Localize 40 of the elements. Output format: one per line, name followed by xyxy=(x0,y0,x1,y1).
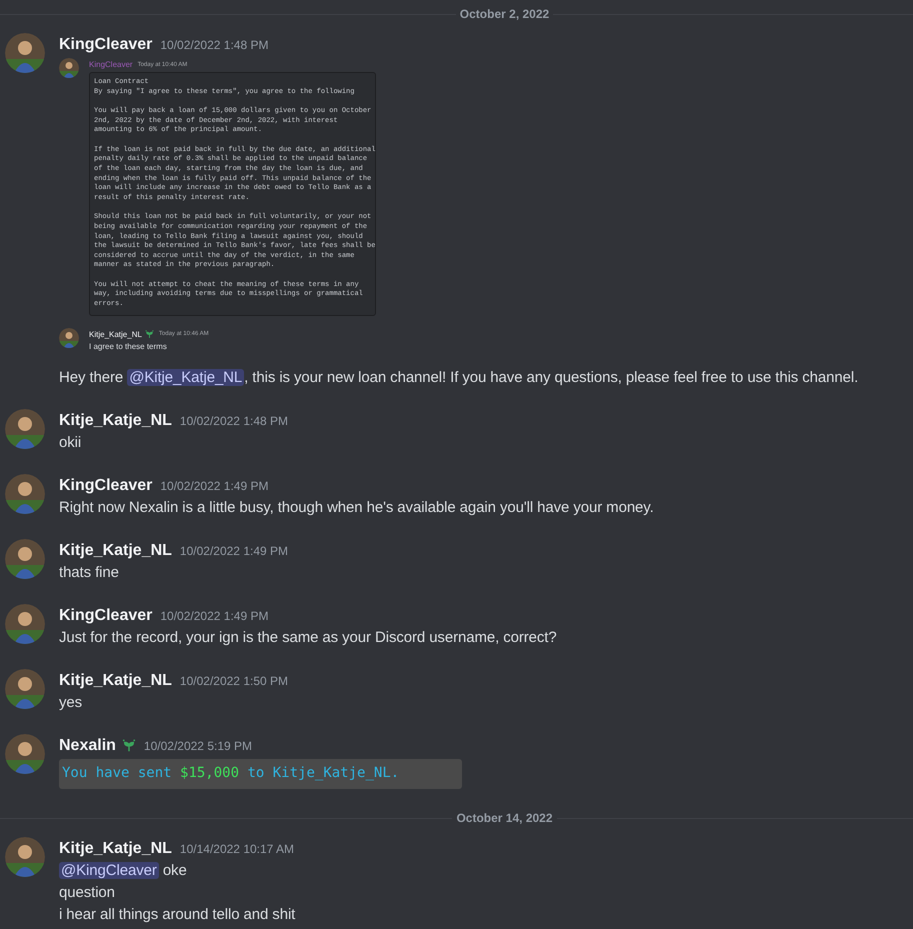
timestamp: 10/02/2022 1:48 PM xyxy=(160,38,268,52)
timestamp: 10/02/2022 1:48 PM xyxy=(180,414,288,428)
message-text: @KingCleaver oke xyxy=(59,860,188,881)
avatar[interactable] xyxy=(5,734,45,774)
avatar[interactable] xyxy=(5,836,45,877)
username[interactable]: Kitje_Katje_NL xyxy=(59,412,172,430)
username[interactable]: KingCleaver xyxy=(59,606,152,625)
mention-link[interactable]: @Kitje_Katje_NL xyxy=(127,368,244,386)
timestamp: 10/02/2022 1:49 PM xyxy=(160,478,268,493)
message-text: thats fine xyxy=(59,562,120,583)
mention-link[interactable]: @KingCleaver xyxy=(59,862,159,879)
timestamp: 10/02/2022 1:49 PM xyxy=(160,608,268,623)
avatar[interactable] xyxy=(5,33,45,73)
message-text: Right now Nexalin is a little busy, though when he's available again you'll have your money. xyxy=(59,498,654,518)
username[interactable]: Kitje_Katje_NL xyxy=(59,672,172,690)
message-text: Just for the record, your ign is the same as your Discord username, correct? xyxy=(59,628,557,648)
timestamp: 10/14/2022 10:17 AM xyxy=(180,842,294,856)
message-text: okii xyxy=(59,432,82,453)
message-text: question xyxy=(59,882,116,903)
message-text: yes xyxy=(59,692,84,713)
timestamp: 10/02/2022 1:49 PM xyxy=(180,544,288,558)
timestamp: 10/02/2022 5:19 PM xyxy=(144,738,252,753)
timestamp: 10/02/2022 1:50 PM xyxy=(180,674,288,688)
message-text: Hey there @Kitje_Katje_NL, this is your new loan channel! If you have any questions, please feel free to use this channel. xyxy=(59,368,858,388)
username[interactable]: Nexalin xyxy=(59,736,116,755)
chat-line: You have sent $15,000 to Kitje_Katje_NL. xyxy=(62,766,400,782)
message-text: i hear all things around tello and shit xyxy=(59,904,296,925)
message-text: I agree to these terms xyxy=(89,342,168,351)
avatar[interactable] xyxy=(5,668,45,709)
username[interactable]: Kitje_Katje_NL xyxy=(89,330,142,339)
avatar[interactable] xyxy=(59,58,79,78)
username[interactable]: KingCleaver xyxy=(59,476,152,495)
avatar[interactable] xyxy=(5,538,45,579)
username[interactable]: Kitje_Katje_NL xyxy=(59,542,172,560)
avatar[interactable] xyxy=(59,328,79,348)
avatar[interactable] xyxy=(5,474,45,514)
avatar[interactable] xyxy=(5,408,45,449)
username[interactable]: KingCleaver xyxy=(59,36,152,54)
avatar[interactable] xyxy=(5,604,45,644)
username[interactable]: Kitje_Katje_NL xyxy=(59,840,172,858)
